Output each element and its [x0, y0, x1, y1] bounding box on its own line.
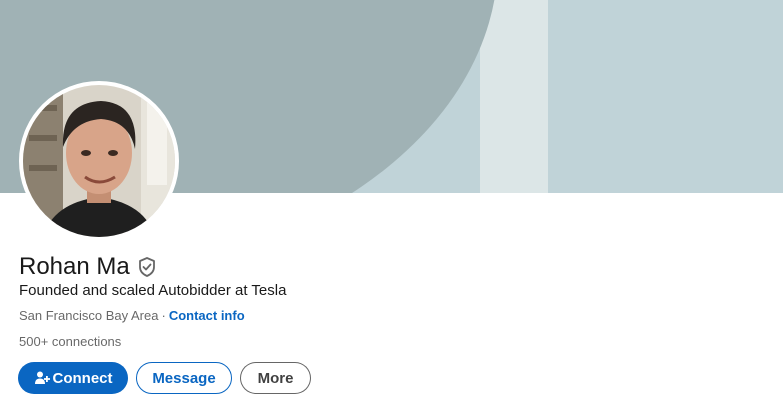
profile-headline: Founded and scaled Autobidder at Tesla [19, 282, 287, 299]
banner-band [480, 0, 548, 193]
avatar[interactable] [19, 81, 179, 241]
verified-shield-icon[interactable] [137, 256, 157, 278]
avatar-photo [23, 85, 175, 237]
add-person-icon [34, 370, 50, 386]
more-button[interactable]: More [240, 362, 311, 394]
name-row: Rohan Ma [19, 252, 157, 282]
contact-info-link[interactable]: Contact info [169, 308, 245, 323]
connect-label: Connect [52, 369, 113, 387]
message-label: Message [152, 369, 216, 387]
more-label: More [257, 369, 294, 387]
connections-count[interactable]: 500+ connections [19, 333, 121, 351]
profile-name: Rohan Ma [19, 253, 130, 280]
separator-dot: · [161, 308, 166, 323]
message-button[interactable]: Message [136, 362, 232, 394]
profile-actions: Connect Message More [18, 362, 311, 394]
connect-button[interactable]: Connect [18, 362, 128, 394]
location-row: San Francisco Bay Area · Contact info [19, 307, 245, 325]
profile-location: San Francisco Bay Area [19, 308, 159, 323]
